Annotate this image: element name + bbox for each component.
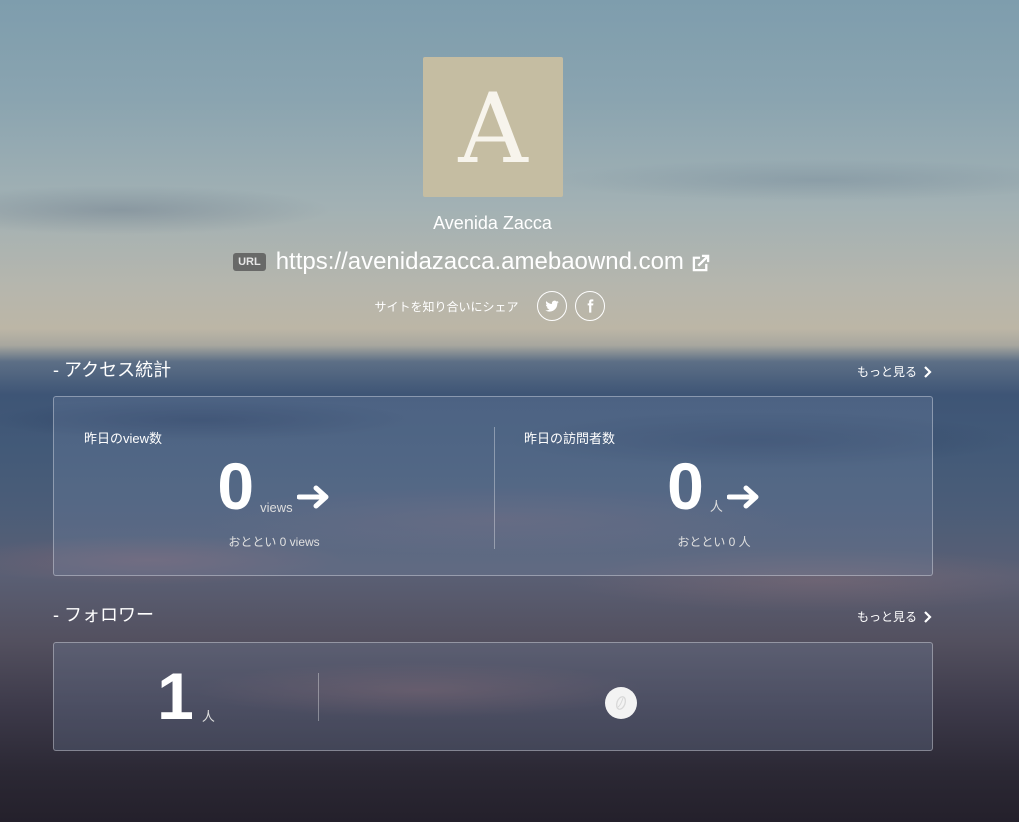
followers-title: - フォロワー [53, 605, 154, 625]
visitors-unit: 人 [709, 499, 723, 514]
follower-count-unit: 人 [201, 709, 215, 724]
url-row: URL https://avenidazacca.amebaownd.com [0, 248, 982, 276]
followers-panel: 1 人 [53, 642, 933, 751]
visitors-count: 0 [667, 449, 704, 523]
visitors-stat-title: 昨日の訪問者数 [524, 431, 616, 446]
facebook-share-button[interactable] [574, 291, 605, 321]
access-stats-title: - アクセス統計 [53, 360, 172, 380]
followers-more-link[interactable]: もっと見る [857, 608, 933, 625]
ameba-user-icon [615, 696, 627, 710]
site-url-link[interactable]: https://avenidazacca.amebaownd.com [276, 248, 684, 276]
arrow-right-icon [726, 485, 759, 509]
share-row: サイトを知り合いにシェア [0, 291, 1001, 321]
external-link-icon[interactable] [690, 252, 712, 274]
views-unit: views [260, 500, 293, 515]
views-stat-title: 昨日のview数 [84, 431, 163, 446]
url-badge: URL [233, 253, 266, 271]
visitors-stat-main: 0 人 [494, 453, 934, 519]
followers-more-label: もっと見る [856, 610, 917, 624]
access-more-label: もっと見る [856, 365, 917, 379]
views-count: 0 [217, 449, 255, 523]
share-label: サイトを知り合いにシェア [374, 299, 519, 314]
chevron-right-icon [924, 365, 932, 378]
views-stat[interactable]: 昨日のview数 0 views おととい 0 views [54, 397, 494, 575]
avatar-letter: A [458, 73, 528, 185]
views-stat-main: 0 views [54, 453, 494, 519]
chevron-right-icon [924, 610, 932, 623]
arrow-right-icon [296, 485, 329, 509]
visitors-previous: おととい 0 人 [677, 535, 751, 549]
follower-count-number: 1 [157, 659, 194, 733]
follower-count[interactable]: 1 人 [54, 663, 318, 729]
follower-avatar[interactable] [605, 687, 637, 719]
access-stats-panel: 昨日のview数 0 views おととい 0 views 昨日の訪問者数 0 … [53, 396, 933, 576]
visitors-stat[interactable]: 昨日の訪問者数 0 人 おととい 0 人 [494, 397, 934, 575]
site-name: Avenida Zacca [433, 213, 552, 233]
access-more-link[interactable]: もっと見る [857, 363, 933, 380]
followers-divider [318, 673, 319, 721]
twitter-share-button[interactable] [536, 291, 567, 321]
facebook-icon [587, 299, 593, 313]
twitter-icon [544, 300, 559, 312]
site-avatar[interactable]: A [423, 57, 563, 197]
views-previous: おととい 0 views [228, 535, 320, 549]
